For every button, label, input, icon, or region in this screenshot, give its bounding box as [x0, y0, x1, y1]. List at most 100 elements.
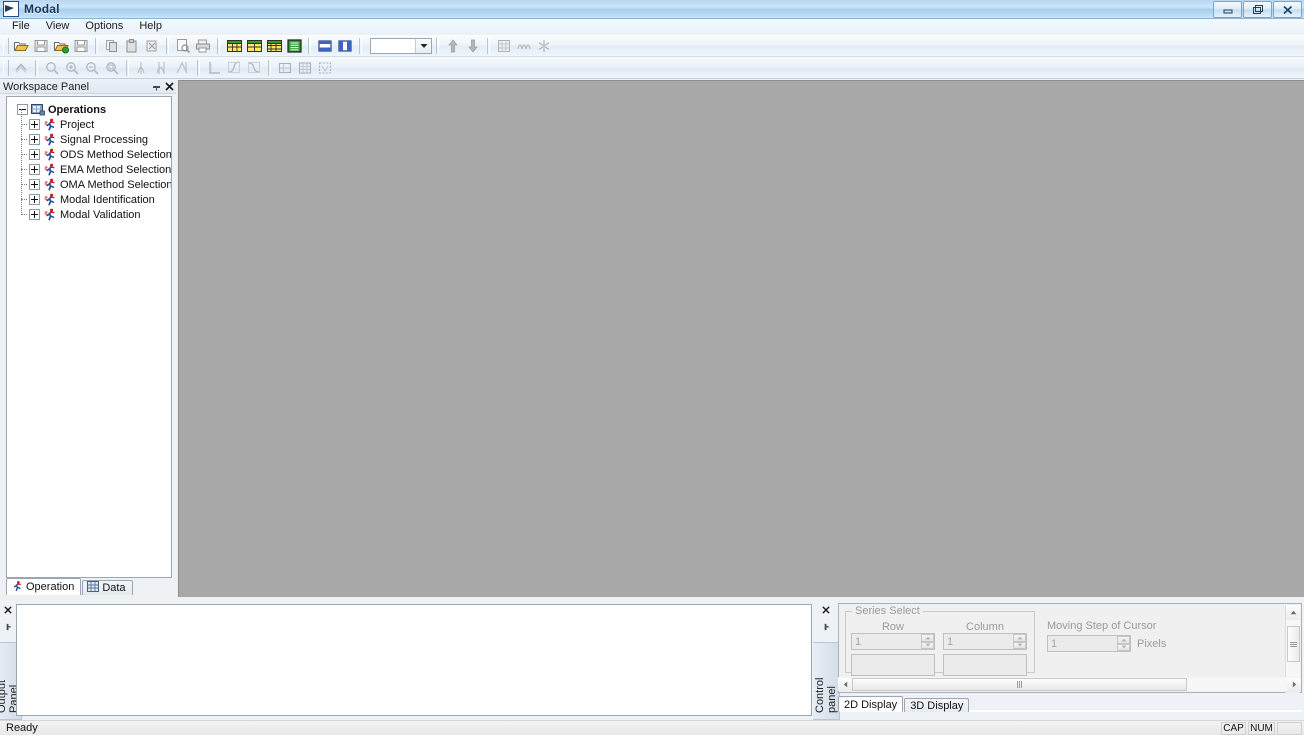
layout-single-button[interactable]: [275, 58, 295, 78]
column-spinner-buttons[interactable]: [1013, 634, 1026, 649]
close-panel-button[interactable]: [822, 603, 830, 617]
print-preview-button[interactable]: [173, 36, 193, 56]
zoom-button[interactable]: [42, 58, 62, 78]
column-spinner[interactable]: 1: [943, 633, 1027, 650]
chevron-down-icon[interactable]: [415, 39, 431, 53]
row-listbox[interactable]: [851, 654, 935, 676]
zoom-reset-button[interactable]: [102, 58, 122, 78]
save-project-button[interactable]: [71, 36, 91, 56]
cursor-step-value[interactable]: 1: [1048, 638, 1117, 650]
copy-button[interactable]: [102, 36, 122, 56]
expander-plus-icon[interactable]: [29, 119, 40, 130]
tree-node-project[interactable]: Project: [29, 117, 171, 132]
table-view-2-button[interactable]: [244, 36, 264, 56]
zoom-out-button[interactable]: [82, 58, 102, 78]
menu-item-options[interactable]: Options: [77, 18, 131, 35]
horizontal-scroll-track[interactable]: [852, 678, 1287, 691]
item-selector-value[interactable]: [371, 39, 415, 53]
save-file-button[interactable]: [31, 36, 51, 56]
column-value[interactable]: 1: [944, 636, 1013, 648]
auto-hide-button[interactable]: [150, 81, 163, 93]
workspace-tree-container[interactable]: Operations: [6, 96, 172, 578]
vertical-scroll-thumb[interactable]: [1287, 626, 1300, 662]
table-view-3-button[interactable]: [264, 36, 284, 56]
row-value[interactable]: 1: [852, 636, 921, 648]
minimize-button[interactable]: [1213, 1, 1242, 18]
zoom-in-button[interactable]: [62, 58, 82, 78]
layout-custom-button[interactable]: [315, 58, 335, 78]
menu-item-view[interactable]: View: [38, 18, 78, 35]
row-spinner-buttons[interactable]: [921, 634, 934, 649]
spinner-down-icon[interactable]: [1013, 642, 1026, 650]
expander-minus-icon[interactable]: [17, 104, 28, 115]
menu-item-file[interactable]: File: [4, 18, 38, 35]
expander-plus-icon[interactable]: [29, 209, 40, 220]
table-view-1-button[interactable]: [224, 36, 244, 56]
tree-node-modal-identification[interactable]: Modal Identification: [29, 192, 171, 207]
cursor-single-button[interactable]: [133, 58, 153, 78]
horizontal-scroll-thumb[interactable]: [852, 678, 1187, 691]
cut-button[interactable]: [142, 36, 162, 56]
paste-button[interactable]: [122, 36, 142, 56]
cursor-step-spinner-buttons[interactable]: [1117, 636, 1130, 651]
split-vertical-button[interactable]: [335, 36, 355, 56]
animate-button[interactable]: [534, 36, 554, 56]
tab-3d-display[interactable]: 3D Display: [904, 698, 969, 712]
print-button[interactable]: [193, 36, 213, 56]
tree-node-operations[interactable]: Operations: [13, 102, 171, 117]
menu-item-help[interactable]: Help: [131, 18, 170, 35]
open-file-button[interactable]: [11, 36, 31, 56]
scroll-up-button[interactable]: [1286, 605, 1300, 620]
mode-shape-button[interactable]: [514, 36, 534, 56]
geometry-button[interactable]: [494, 36, 514, 56]
tree-node-oma-method-selection[interactable]: OMA Method Selection: [29, 177, 171, 192]
expander-plus-icon[interactable]: [29, 179, 40, 190]
control-panel-label[interactable]: Control panel: [813, 642, 840, 720]
expander-plus-icon[interactable]: [29, 134, 40, 145]
open-project-button[interactable]: [51, 36, 71, 56]
tab-data[interactable]: Data: [82, 580, 132, 595]
mdi-client-area[interactable]: [178, 80, 1304, 597]
toolbar-grip[interactable]: [3, 38, 9, 54]
row-spinner[interactable]: 1: [851, 633, 935, 650]
toolbar-grip[interactable]: [3, 60, 9, 76]
restore-button[interactable]: [1243, 1, 1272, 18]
cursor-double-button[interactable]: [153, 58, 173, 78]
close-button[interactable]: [1273, 1, 1302, 18]
scroll-left-button[interactable]: [838, 678, 852, 691]
close-panel-button[interactable]: [4, 603, 12, 617]
tab-operation[interactable]: Operation: [6, 578, 81, 595]
column-listbox[interactable]: [943, 654, 1027, 676]
tab-2d-display[interactable]: 2D Display: [838, 696, 903, 712]
cursor-step-spinner[interactable]: 1: [1047, 635, 1131, 652]
layout-grid-button[interactable]: [295, 58, 315, 78]
item-selector-combo[interactable]: [370, 38, 432, 54]
list-view-button[interactable]: [284, 36, 304, 56]
auto-hide-button[interactable]: [822, 620, 830, 634]
close-panel-button[interactable]: [163, 81, 176, 93]
scroll-right-button[interactable]: [1287, 678, 1301, 691]
spinner-up-icon[interactable]: [921, 634, 934, 642]
auto-hide-button[interactable]: [4, 620, 12, 634]
output-text-area[interactable]: [16, 604, 812, 716]
split-horizontal-button[interactable]: [315, 36, 335, 56]
move-down-button[interactable]: [463, 36, 483, 56]
spinner-up-icon[interactable]: [1117, 636, 1130, 644]
spinner-down-icon[interactable]: [921, 642, 934, 650]
expander-plus-icon[interactable]: [29, 149, 40, 160]
control-panel-horizontal-scrollbar[interactable]: [838, 677, 1301, 691]
vertical-scroll-track[interactable]: [1286, 620, 1300, 678]
axis-linear-button[interactable]: [204, 58, 224, 78]
axis-log-button[interactable]: [224, 58, 244, 78]
tree-node-ods-method-selection[interactable]: ODS Method Selection: [29, 147, 171, 162]
expander-plus-icon[interactable]: [29, 164, 40, 175]
spinner-down-icon[interactable]: [1117, 644, 1130, 652]
tree-node-modal-validation[interactable]: Modal Validation: [29, 207, 171, 222]
move-up-button[interactable]: [443, 36, 463, 56]
axis-db-button[interactable]: [244, 58, 264, 78]
spinner-up-icon[interactable]: [1013, 634, 1026, 642]
tree-node-ema-method-selection[interactable]: EMA Method Selection: [29, 162, 171, 177]
collapse-button[interactable]: [11, 58, 31, 78]
expander-plus-icon[interactable]: [29, 194, 40, 205]
tree-node-signal-processing[interactable]: Signal Processing: [29, 132, 171, 147]
